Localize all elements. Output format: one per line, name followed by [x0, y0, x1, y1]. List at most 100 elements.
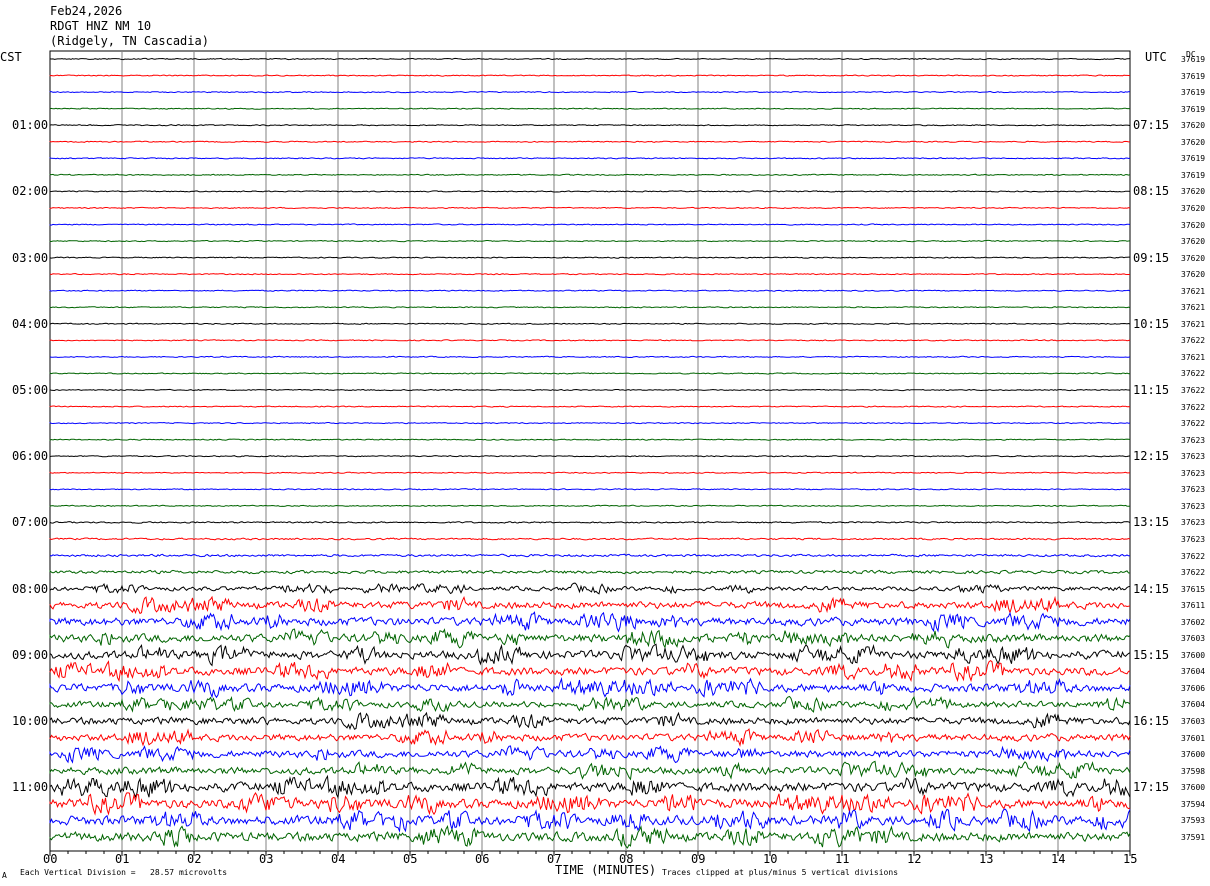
dc-offset-label: 37600	[1181, 651, 1205, 661]
trace-line	[50, 522, 1130, 524]
x-tick-label: 03	[259, 853, 273, 865]
dc-offset-label: 37604	[1181, 700, 1205, 710]
dc-offset-label: 37603	[1181, 634, 1205, 644]
trace-line	[50, 158, 1130, 159]
dc-offset-label: 37619	[1181, 88, 1205, 98]
trace-line	[50, 629, 1130, 648]
x-tick-label: 10	[763, 853, 777, 865]
dc-offset-label: 37621	[1181, 287, 1205, 297]
trace-line	[50, 746, 1130, 763]
dc-offset-label: 37604	[1181, 667, 1205, 677]
dc-offset-label: 37601	[1181, 734, 1205, 744]
dc-offset-label: 37593	[1181, 816, 1205, 826]
dc-offset-label: 37620	[1181, 121, 1205, 131]
x-tick-label: 14	[1051, 853, 1065, 865]
trace-line	[50, 125, 1130, 126]
trace-line	[50, 761, 1130, 779]
dc-offset-label: 37619	[1181, 72, 1205, 82]
dc-offset-label: 37623	[1181, 436, 1205, 446]
seismogram-svg	[0, 0, 1210, 886]
left-hour-label: 03:00	[12, 252, 48, 264]
dc-offset-label: 37602	[1181, 618, 1205, 628]
trace-line	[50, 240, 1130, 241]
right-hour-label: 17:15	[1133, 781, 1169, 793]
trace-line	[50, 793, 1130, 814]
trace-line	[50, 538, 1130, 540]
dc-offset-label: 37622	[1181, 568, 1205, 578]
x-tick-label: 11	[835, 853, 849, 865]
right-hour-label: 08:15	[1133, 185, 1169, 197]
trace-line	[50, 406, 1130, 407]
dc-offset-label: 37620	[1181, 270, 1205, 280]
dc-offset-label: 37622	[1181, 403, 1205, 413]
dc-offset-label: 37615	[1181, 585, 1205, 595]
trace-line	[50, 697, 1130, 712]
dc-offset-label: 37623	[1181, 502, 1205, 512]
left-hour-label: 02:00	[12, 185, 48, 197]
trace-line	[50, 489, 1130, 490]
dc-offset-label: 37603	[1181, 717, 1205, 727]
dc-offset-label: 37622	[1181, 336, 1205, 346]
dc-offset-label: 37619	[1181, 105, 1205, 115]
right-hour-label: 14:15	[1133, 583, 1169, 595]
dc-offset-label: 37600	[1181, 750, 1205, 760]
x-tick-label: 06	[475, 853, 489, 865]
trace-line	[50, 373, 1130, 374]
trace-line	[50, 224, 1130, 225]
right-hour-label: 16:15	[1133, 715, 1169, 727]
dc-offset-label: 37622	[1181, 369, 1205, 379]
left-hour-label: 09:00	[12, 649, 48, 661]
right-hour-label: 13:15	[1133, 516, 1169, 528]
x-tick-label: 09	[691, 853, 705, 865]
trace-line	[50, 274, 1130, 275]
trace-line	[50, 257, 1130, 258]
trace-line	[50, 612, 1130, 631]
plot-frame	[50, 51, 1130, 851]
trace-line	[50, 174, 1130, 175]
trace-line	[50, 472, 1130, 473]
dc-offset-label: 37623	[1181, 535, 1205, 545]
trace-line	[50, 597, 1130, 613]
trace-line	[50, 340, 1130, 341]
trace-line	[50, 141, 1130, 142]
trace-line	[50, 583, 1130, 594]
trace-line	[50, 679, 1130, 697]
footer-mark: A	[2, 871, 7, 881]
dc-offset-label: 37620	[1181, 187, 1205, 197]
right-hour-label: 15:15	[1133, 649, 1169, 661]
trace-line	[50, 323, 1130, 324]
dc-offset-label: 37619	[1181, 171, 1205, 181]
trace-line	[50, 713, 1130, 729]
dc-offset-label: 37591	[1181, 833, 1205, 843]
dc-offset-label: 37622	[1181, 386, 1205, 396]
dc-offset-label: 37623	[1181, 469, 1205, 479]
trace-line	[50, 389, 1130, 390]
trace-line	[50, 207, 1130, 208]
dc-offset-label: 37620	[1181, 237, 1205, 247]
trace-line	[50, 423, 1130, 424]
dc-offset-label: 37621	[1181, 320, 1205, 330]
trace-line	[50, 809, 1130, 831]
dc-offset-label: 37623	[1181, 485, 1205, 495]
trace-line	[50, 75, 1130, 76]
trace-line	[50, 644, 1130, 665]
trace-line	[50, 505, 1130, 506]
trace-line	[50, 191, 1130, 192]
left-hour-label: 06:00	[12, 450, 48, 462]
x-tick-label: 04	[331, 853, 345, 865]
right-hour-label: 09:15	[1133, 252, 1169, 264]
x-axis-title: TIME (MINUTES)	[555, 864, 656, 876]
dc-offset-label: 37621	[1181, 353, 1205, 363]
dc-offset-label: 37620	[1181, 254, 1205, 264]
trace-line	[50, 439, 1130, 440]
footer-clip-text: Traces clipped at plus/minus 5 vertical …	[662, 868, 898, 878]
dc-offset-label: 37623	[1181, 518, 1205, 528]
x-tick-label: 02	[187, 853, 201, 865]
dc-offset-label: 37619	[1181, 55, 1205, 65]
trace-line	[50, 826, 1130, 848]
dc-offset-label: 37621	[1181, 303, 1205, 313]
dc-offset-label: 37600	[1181, 783, 1205, 793]
right-hour-label: 07:15	[1133, 119, 1169, 131]
left-hour-label: 11:00	[12, 781, 48, 793]
left-hour-label: 05:00	[12, 384, 48, 396]
